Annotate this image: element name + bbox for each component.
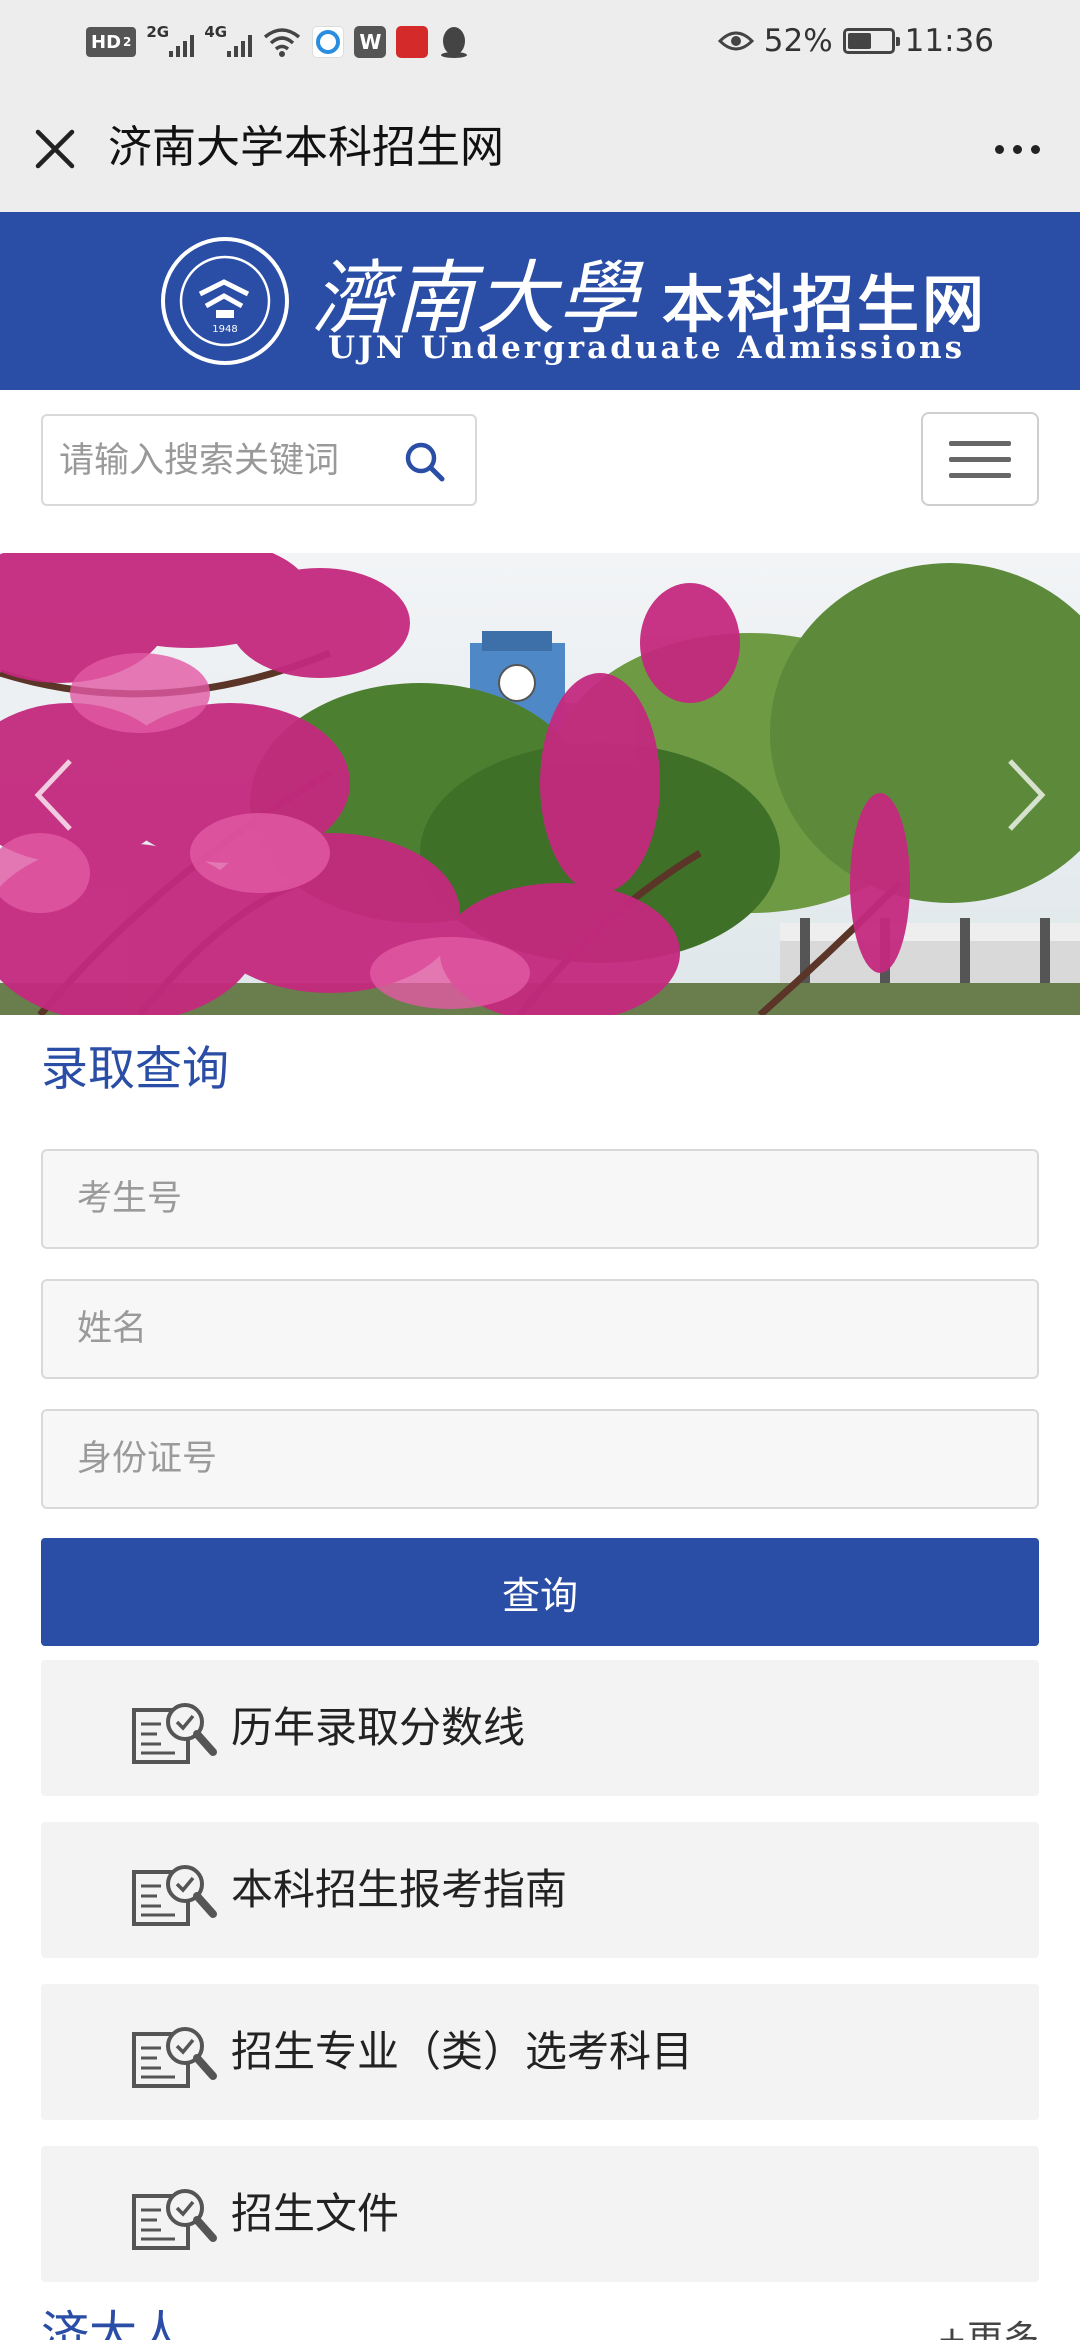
- status-bar: HD 2 2G 4G W 52% 11:36: [0, 0, 1080, 84]
- university-emblem-icon: 1948: [161, 237, 289, 365]
- hd-label: HD: [91, 31, 122, 53]
- battery-icon: [842, 28, 900, 54]
- browser-app-icon: [312, 26, 345, 58]
- link-card-elective-subjects[interactable]: 招生专业（类）选考科目: [41, 1984, 1039, 2120]
- exam-number-input[interactable]: [43, 1151, 1037, 1247]
- signal-icon: 2G: [146, 23, 195, 59]
- link-label: 历年录取分数线: [231, 1703, 526, 1752]
- id-number-input[interactable]: [43, 1411, 1037, 1507]
- more-button[interactable]: [982, 124, 1052, 174]
- document-search-icon: [132, 2189, 217, 2250]
- link-card-admission-scores[interactable]: 历年录取分数线: [41, 1660, 1039, 1796]
- battery-percent: 52%: [763, 23, 833, 59]
- hd-sub-label: 2: [123, 35, 132, 49]
- signal-icon: 4G: [204, 23, 253, 59]
- hd-icon: HD 2: [86, 27, 137, 57]
- wifi-icon: [264, 28, 301, 57]
- exam-number-field: [41, 1149, 1039, 1249]
- link-label: 招生专业（类）选考科目: [231, 2027, 694, 2076]
- wps-app-icon: W: [354, 26, 387, 58]
- more-link[interactable]: +更多: [937, 2310, 1039, 2340]
- query-button[interactable]: 查询: [41, 1538, 1039, 1646]
- search-input[interactable]: [59, 430, 399, 492]
- signal-2g-label: 2G: [146, 23, 170, 41]
- site-header-banner[interactable]: 1948 濟南大學 本科招生网 UJN Undergraduate Admiss…: [0, 212, 1080, 390]
- search-icon[interactable]: [403, 440, 447, 484]
- status-icons-right: 52% 11:36: [717, 18, 994, 64]
- page-title: 济南大学本科招生网: [108, 122, 504, 173]
- chevron-right-icon[interactable]: [1000, 755, 1050, 835]
- name-input[interactable]: [43, 1281, 1037, 1377]
- chevron-left-icon[interactable]: [30, 755, 80, 835]
- emblem-year: 1948: [212, 324, 237, 335]
- close-button[interactable]: [28, 122, 82, 176]
- search-box: [41, 414, 477, 506]
- id-number-field: [41, 1409, 1039, 1509]
- qq-app-icon: [441, 27, 468, 58]
- eye-icon: [717, 31, 754, 51]
- more-dots-icon: [994, 144, 1004, 154]
- link-card-application-guide[interactable]: 本科招生报考指南: [41, 1822, 1039, 1958]
- battery-fill: [847, 33, 871, 49]
- campus-photo: [0, 553, 1080, 1015]
- admission-query-title: 录取查询: [41, 1042, 229, 1097]
- status-icons-left: HD 2 2G 4G W: [86, 20, 470, 64]
- hamburger-menu-icon: [949, 440, 1011, 446]
- netease-app-icon: [396, 26, 429, 58]
- link-label: 本科招生报考指南: [231, 1865, 568, 1914]
- hero-carousel[interactable]: [0, 553, 1080, 1015]
- brand-en-name: UJN Undergraduate Admissions: [328, 330, 966, 366]
- link-label: 招生文件: [231, 2189, 400, 2238]
- ujn-people-section-title: 济大人: [41, 2306, 186, 2340]
- webview-title-bar: 济南大学本科招生网: [0, 84, 1080, 212]
- name-field: [41, 1279, 1039, 1379]
- close-icon: [35, 129, 75, 169]
- document-search-icon: [132, 1865, 217, 1926]
- document-search-icon: [132, 1703, 217, 1764]
- link-card-admission-documents[interactable]: 招生文件: [41, 2146, 1039, 2282]
- document-search-icon: [132, 2027, 217, 2088]
- menu-button[interactable]: [921, 412, 1039, 506]
- signal-4g-label: 4G: [204, 23, 228, 41]
- clock: 11:36: [904, 23, 994, 59]
